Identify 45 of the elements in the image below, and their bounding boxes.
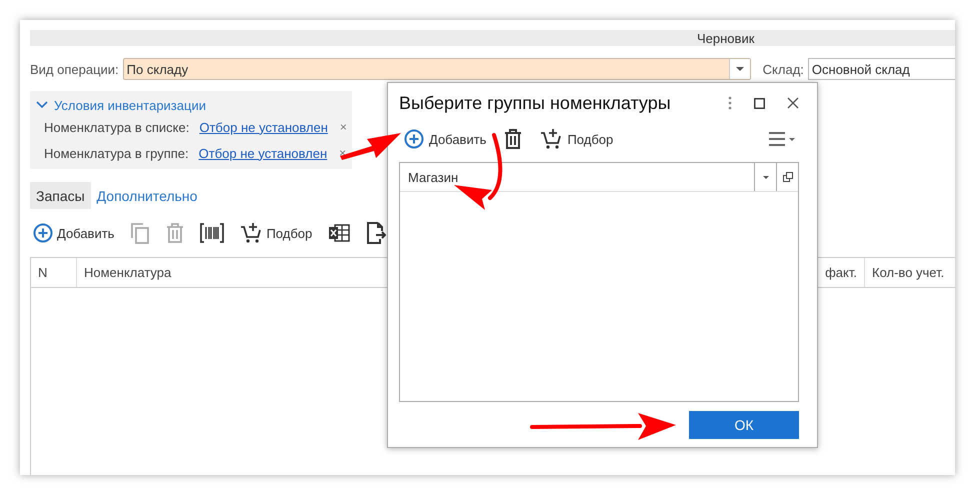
chevron-icon — [36, 101, 48, 109]
close-icon[interactable] — [787, 97, 799, 109]
pick-button[interactable]: Подбор — [240, 222, 312, 244]
document-status: Черновик — [697, 30, 754, 46]
cart-plus-icon — [240, 222, 262, 244]
arrow-drawing — [340, 133, 401, 160]
condition-label: Номенклатура в списке: — [44, 120, 190, 134]
operation-field[interactable]: По складу — [122, 58, 751, 80]
warehouse-field[interactable]: Основной склад — [808, 58, 955, 80]
ok-button[interactable]: ОК — [689, 411, 799, 439]
caret-icon[interactable] — [762, 176, 768, 178]
trash-icon — [504, 129, 522, 149]
export-button[interactable] — [366, 222, 386, 244]
copy-icon — [130, 222, 150, 244]
maximize-icon[interactable] — [754, 98, 765, 108]
group-field[interactable]: Магазин — [400, 163, 754, 191]
delete-button[interactable] — [504, 129, 522, 149]
condition-label: Номенклатура в группе: — [44, 146, 189, 160]
more-icon[interactable] — [728, 96, 732, 110]
add-button[interactable]: Добавить — [404, 129, 486, 149]
file-export-icon — [366, 222, 386, 244]
add-button[interactable]: Добавить — [33, 223, 114, 243]
dialog-title: Выберите группы номенклатуры — [399, 92, 672, 114]
filter-link[interactable]: Отбор не установлен — [199, 120, 328, 134]
clear-button[interactable]: × — [340, 120, 347, 134]
caret-icon — [736, 67, 744, 71]
column-header[interactable]: N — [31, 258, 77, 287]
plus-icon — [33, 223, 53, 243]
tab[interactable]: Дополнительно — [90, 182, 204, 209]
operation-label: Вид операции: — [30, 62, 119, 76]
plus-icon — [404, 129, 424, 149]
menu-icon[interactable] — [769, 132, 795, 146]
spreadsheet-icon — [328, 223, 350, 243]
cart-plus-icon — [540, 128, 562, 150]
barcode-button[interactable] — [200, 223, 224, 243]
column-header[interactable]: Кол-во учет. — [865, 258, 955, 287]
conditions-toggle[interactable]: Условия инвентаризации — [36, 96, 352, 114]
open-icon[interactable] — [782, 172, 792, 182]
tab[interactable]: Запасы — [30, 182, 91, 209]
trash-icon — [166, 223, 184, 243]
filter-link[interactable]: Отбор не установлен — [198, 146, 328, 160]
warehouse-label: Склад: — [762, 62, 804, 76]
excel-button[interactable] — [328, 223, 350, 243]
pick-button[interactable]: Подбор — [540, 128, 614, 150]
barcode-icon — [200, 223, 224, 243]
